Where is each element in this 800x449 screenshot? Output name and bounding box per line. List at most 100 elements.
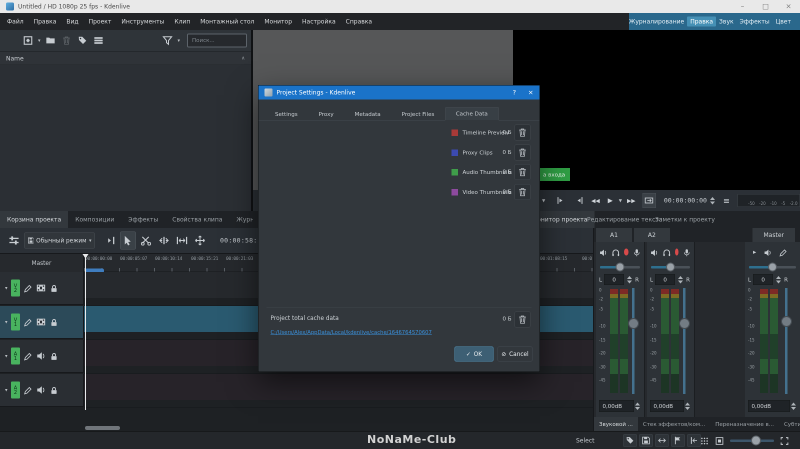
balance-slider[interactable] — [600, 262, 640, 272]
lock-icon[interactable] — [50, 283, 59, 293]
minimize-button[interactable]: – — [731, 0, 754, 13]
hide-video-icon[interactable] — [36, 317, 46, 327]
collapse-chevron-icon[interactable]: ▾ — [5, 353, 8, 359]
track-header-a2[interactable]: ▾ A2 — [0, 374, 84, 407]
tab-time-remap[interactable]: Переназначение в... — [710, 417, 779, 431]
selection-tool-icon[interactable] — [120, 231, 136, 250]
record-icon[interactable] — [675, 248, 679, 256]
balance-slider[interactable] — [749, 262, 796, 272]
slip-tool-icon[interactable] — [174, 232, 190, 250]
sort-chevron-icon[interactable]: ∧ — [241, 56, 245, 62]
panel-divider[interactable] — [251, 30, 253, 211]
tab-effect-stack[interactable]: Стек эффектов/ком... — [638, 417, 710, 431]
workspace-editing[interactable]: Правка — [687, 16, 717, 27]
collapse-chevron-icon[interactable]: ▾ — [5, 387, 8, 393]
mute-icon[interactable] — [36, 385, 46, 395]
loop-zone-icon[interactable] — [642, 193, 656, 208]
menu-edit[interactable]: Правка — [29, 18, 62, 25]
balance-value[interactable]: 0 — [655, 274, 676, 285]
monitor-menu-icon[interactable]: ≡ — [723, 196, 730, 206]
record-source-icon[interactable] — [683, 247, 692, 257]
balance-slider[interactable] — [651, 262, 690, 272]
tags-icon[interactable] — [77, 35, 89, 47]
tab-metadata[interactable]: Metadata — [344, 108, 391, 121]
delete-cache-button[interactable] — [514, 164, 531, 180]
use-timeline-zone-icon[interactable] — [623, 434, 637, 447]
mute-icon[interactable] — [650, 247, 659, 257]
workspace-effects[interactable]: Эффекты — [737, 17, 773, 27]
menu-help[interactable]: Справка — [341, 18, 377, 25]
collapse-chevron-icon[interactable]: ▾ — [5, 319, 8, 325]
view-mode-icon[interactable] — [93, 35, 105, 47]
filter-icon[interactable] — [161, 35, 173, 47]
tab-project-files[interactable]: Project Files — [391, 108, 445, 121]
play-chevron-icon[interactable]: ▾ — [619, 197, 622, 205]
timeline-scrollbar[interactable] — [85, 426, 120, 430]
lock-icon[interactable] — [50, 385, 59, 395]
volume-value[interactable]: 0,00dB — [748, 400, 790, 412]
track-options-icon[interactable] — [6, 232, 22, 250]
tab-subtitles[interactable]: Субтитры — [779, 417, 800, 431]
tab-project-notes[interactable]: Заметки к проекту — [648, 211, 722, 228]
timeline-mode-dropdown[interactable]: Обычный режим ▾ — [24, 232, 95, 249]
edit-icon[interactable] — [24, 283, 33, 293]
menu-clip[interactable]: Клип — [169, 18, 195, 25]
track-lane[interactable] — [84, 374, 593, 400]
track-header-v1[interactable]: ▾ V1 — [0, 306, 84, 339]
monitor-timecode[interactable]: 00:00:00:00 — [664, 197, 707, 205]
volume-spinner[interactable] — [685, 402, 690, 410]
volume-fader[interactable] — [785, 288, 788, 394]
volume-value[interactable]: 0,00dB — [599, 400, 634, 412]
edit-icon[interactable] — [24, 317, 33, 327]
dialog-titlebar[interactable]: Project Settings - Kdenlive ? × — [258, 85, 540, 100]
delete-icon[interactable] — [61, 35, 73, 47]
multicam-tool-icon[interactable] — [192, 232, 208, 250]
workspace-logging[interactable]: Журналирование — [626, 17, 687, 27]
menu-monitor[interactable]: Монитор — [259, 18, 297, 25]
zoom-fit-icon[interactable] — [780, 436, 789, 446]
tab-compositions[interactable]: Композиции — [68, 211, 121, 228]
menu-tools[interactable]: Инструменты — [116, 18, 169, 25]
collapse-icon[interactable]: ▸ — [753, 248, 756, 256]
save-icon[interactable] — [639, 434, 653, 447]
channel-tab-a1[interactable]: A1 — [596, 228, 632, 242]
delete-cache-button[interactable] — [514, 124, 531, 141]
bin-name-header[interactable]: Name ∧ — [0, 52, 251, 65]
tab-settings[interactable]: Settings — [265, 108, 309, 121]
balance-spinner[interactable] — [627, 275, 633, 284]
volume-fader[interactable] — [683, 288, 686, 394]
snap-icon[interactable] — [700, 436, 709, 446]
menu-file[interactable]: Файл — [2, 18, 29, 25]
maximize-button[interactable]: □ — [754, 0, 777, 13]
solo-icon[interactable] — [611, 247, 621, 257]
create-folder-icon[interactable] — [45, 35, 57, 47]
flag-icon[interactable] — [671, 434, 685, 447]
track-header-v2[interactable]: ▾ V2 — [0, 272, 84, 305]
dialog-close-button[interactable]: × — [528, 89, 533, 97]
edit-icon[interactable] — [24, 351, 33, 361]
solo-icon[interactable] — [662, 247, 672, 257]
track-header-a1[interactable]: ▾ A1 — [0, 340, 84, 373]
tab-proxy[interactable]: Proxy — [308, 108, 344, 121]
spacer-tool-icon[interactable] — [156, 232, 172, 250]
thumbnails-icon[interactable] — [715, 436, 724, 446]
master-track-button[interactable]: Master — [0, 254, 84, 272]
workspace-color[interactable]: Цвет — [773, 17, 794, 27]
timecode-spinner[interactable] — [709, 196, 715, 205]
collapse-chevron-icon[interactable]: ▾ — [5, 285, 8, 291]
forward-icon[interactable]: ▶▶ — [627, 197, 635, 204]
channel-tab-a2[interactable]: A2 — [633, 228, 670, 242]
zone-in-icon[interactable] — [556, 196, 565, 205]
play-icon[interactable]: ▶ — [608, 197, 613, 205]
menu-timeline[interactable]: Монтажный стол — [195, 18, 259, 25]
hide-video-icon[interactable] — [36, 283, 46, 293]
search-input[interactable]: Поиск... — [187, 33, 247, 48]
tab-audio-mixer[interactable]: Звуковой ... — [594, 417, 638, 431]
menu-project[interactable]: Проект — [84, 18, 117, 25]
mix-clips-icon[interactable] — [102, 232, 118, 250]
zoom-slider[interactable] — [730, 434, 774, 447]
close-button[interactable]: × — [777, 0, 800, 13]
volume-fader-knob[interactable] — [781, 316, 792, 327]
menu-view[interactable]: Вид — [61, 18, 83, 25]
mark-in-icon[interactable] — [687, 434, 701, 447]
